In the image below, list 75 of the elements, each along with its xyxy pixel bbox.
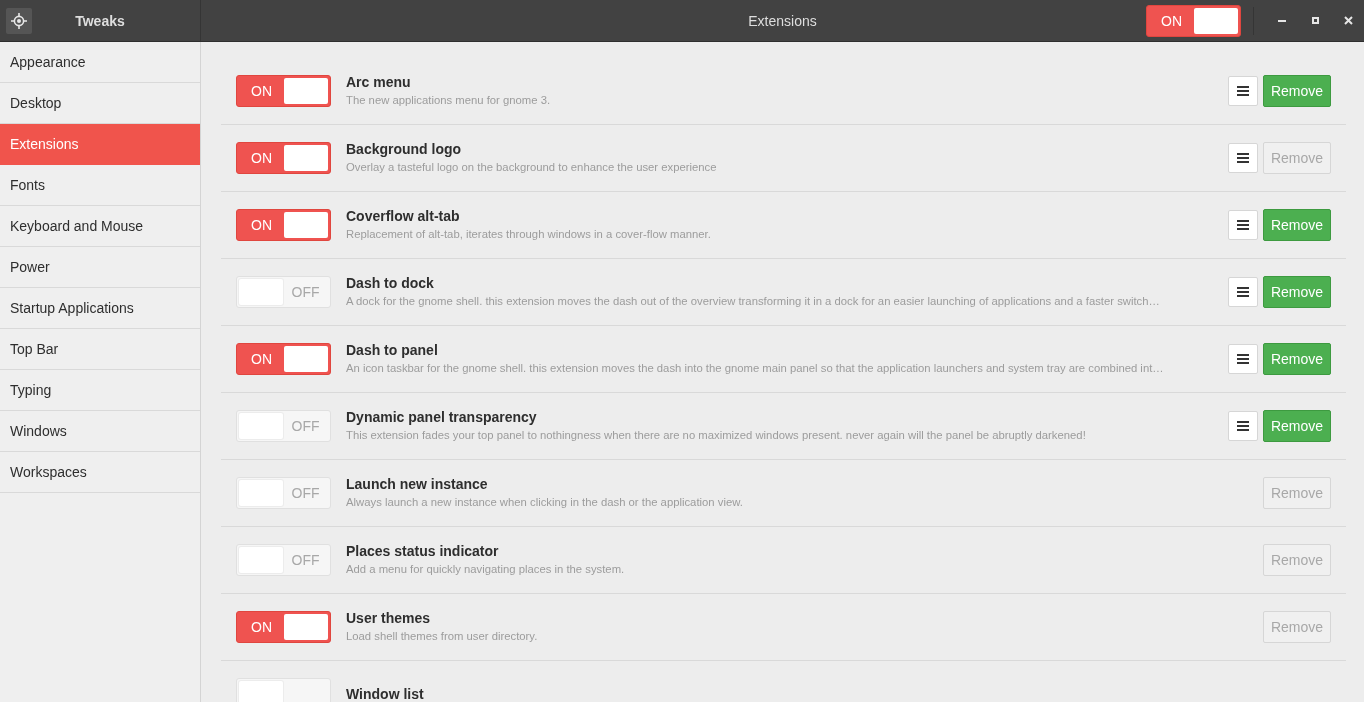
extension-description: Add a menu for quickly navigating places in the system. xyxy=(346,562,625,577)
menu-icon xyxy=(1237,153,1249,163)
maximize-icon xyxy=(1311,17,1319,24)
toggle-switch[interactable]: OFF xyxy=(236,276,331,308)
remove-button[interactable]: Remove xyxy=(1263,410,1331,442)
menu-button[interactable] xyxy=(1228,76,1258,106)
switch-knob xyxy=(239,413,283,439)
close-icon xyxy=(1343,16,1353,25)
sidebar-item[interactable]: Top Bar xyxy=(0,329,200,370)
extension-name: Background logo xyxy=(346,141,462,158)
menu-icon xyxy=(1237,287,1249,297)
minimize-icon xyxy=(1278,19,1286,22)
menu-icon xyxy=(1237,354,1249,364)
toggle-switch[interactable]: OFF xyxy=(236,544,331,576)
page-title: Extensions xyxy=(748,12,817,29)
sidebar-item[interactable]: Startup Applications xyxy=(0,288,200,329)
extension-description: Load shell themes from user directory. xyxy=(346,629,538,644)
extension-description: A dock for the gnome shell. this extension moves the dash out of the overview transforming it in a dock for an easier launching of applications and a faster switch… xyxy=(346,294,1160,309)
toggle-switch[interactable]: ON xyxy=(236,75,331,107)
extension-description: This extension fades your top panel to nothingness when there are no maximized windows present. never again will the panel be abruptly darkened! xyxy=(346,428,1086,443)
switch-knob xyxy=(284,614,328,640)
toggle-switch[interactable]: OFF xyxy=(236,477,331,509)
menu-button[interactable] xyxy=(1228,143,1258,173)
sidebar-item[interactable]: Typing xyxy=(0,370,200,411)
extension-description: Replacement of alt-tab, iterates through windows in a cover-flow manner. xyxy=(346,227,711,242)
sidebar-item[interactable]: Workspaces xyxy=(0,452,200,493)
remove-button[interactable]: Remove xyxy=(1263,209,1331,241)
app-title: Tweaks xyxy=(75,12,125,29)
remove-button[interactable]: Remove xyxy=(1263,343,1331,375)
sidebar-item[interactable]: Extensions xyxy=(0,124,200,165)
switch-knob xyxy=(239,480,283,506)
extension-description: The new applications menu for gnome 3. xyxy=(346,93,551,108)
extension-name: Arc menu xyxy=(346,74,411,91)
sidebar-item[interactable]: Power xyxy=(0,247,200,288)
switch-knob xyxy=(284,212,328,238)
sidebar-item[interactable]: Keyboard and Mouse xyxy=(0,206,200,247)
menu-button[interactable] xyxy=(1228,344,1258,374)
toggle-switch[interactable]: ON xyxy=(1146,4,1241,37)
extension-name: Window list xyxy=(346,685,424,702)
target-icon xyxy=(11,12,27,29)
menu-button[interactable] xyxy=(1228,411,1258,441)
extension-name: Coverflow alt-tab xyxy=(346,208,460,225)
menu-button[interactable] xyxy=(1228,277,1258,307)
toggle-switch[interactable]: ON xyxy=(236,209,331,241)
menu-button[interactable] xyxy=(1228,210,1258,240)
sidebar-item[interactable]: Fonts xyxy=(0,165,200,206)
remove-button[interactable]: Remove xyxy=(1263,75,1331,107)
toggle-switch[interactable]: ON xyxy=(236,142,331,174)
switch-knob xyxy=(1194,7,1238,34)
app-menu-button[interactable] xyxy=(6,7,32,34)
switch-knob xyxy=(284,145,328,171)
toggle-switch[interactable] xyxy=(236,678,331,702)
switch-knob xyxy=(284,346,328,372)
sidebar-item[interactable]: Appearance xyxy=(0,42,200,83)
extension-name: Dynamic panel transparency xyxy=(346,409,537,426)
toggle-switch[interactable]: ON xyxy=(236,611,331,643)
extension-description: Always launch a new instance when clicking in the dash or the application view. xyxy=(346,495,743,510)
sidebar-item[interactable]: Windows xyxy=(0,411,200,452)
extension-name: Dash to panel xyxy=(346,342,438,359)
menu-icon xyxy=(1237,86,1249,96)
toggle-switch[interactable]: ON xyxy=(236,343,331,375)
extension-name: User themes xyxy=(346,610,431,627)
switch-knob xyxy=(284,78,328,104)
extension-name: Dash to dock xyxy=(346,275,434,292)
remove-button[interactable]: Remove xyxy=(1263,276,1331,308)
extension-name: Launch new instance xyxy=(346,476,488,493)
switch-knob xyxy=(239,547,283,573)
extension-description: Overlay a tasteful logo on the background to enhance the user experience xyxy=(346,160,717,175)
menu-icon xyxy=(1237,220,1249,230)
switch-knob xyxy=(239,279,283,305)
toggle-switch[interactable]: OFF xyxy=(236,410,331,442)
menu-icon xyxy=(1237,421,1249,431)
switch-knob xyxy=(239,681,283,702)
extension-description: An icon taskbar for the gnome shell. this extension moves the dash into the gnome main panel so that the application launchers and system tray are combined int… xyxy=(346,361,1164,376)
extension-name: Places status indicator xyxy=(346,543,499,560)
